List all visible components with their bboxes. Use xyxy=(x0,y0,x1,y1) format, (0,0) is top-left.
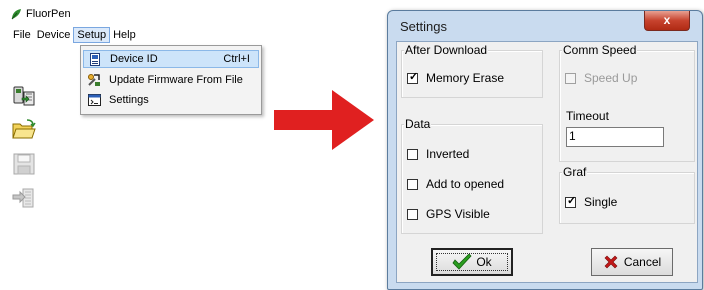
download-button[interactable] xyxy=(12,84,36,108)
checkbox-box xyxy=(407,148,418,160)
checkbox-label: Single xyxy=(584,195,618,209)
menu-help-label: Help xyxy=(113,29,136,41)
checkbox-label: Speed Up xyxy=(584,71,638,85)
checkbox-box xyxy=(407,208,418,220)
save-icon xyxy=(13,153,35,175)
red-arrow-icon xyxy=(274,90,374,150)
close-button[interactable]: x xyxy=(644,11,690,31)
device-id-icon xyxy=(86,51,104,67)
check-icon: ✓ xyxy=(409,70,419,83)
group-legend: Data xyxy=(404,117,432,131)
ok-button[interactable]: Ok xyxy=(431,248,513,276)
export-icon xyxy=(12,188,34,208)
menu-item-label: Update Firmware From File xyxy=(109,74,243,86)
export-button[interactable] xyxy=(12,186,36,210)
app-title: FluorPen xyxy=(26,8,71,20)
focus-rect xyxy=(436,253,508,271)
save-button[interactable] xyxy=(12,152,36,176)
download-icon xyxy=(13,86,35,106)
menu-item-settings[interactable]: Settings xyxy=(83,91,259,109)
timeout-input[interactable]: 1 xyxy=(566,127,664,147)
cancel-label: Cancel xyxy=(623,255,662,269)
menu-help[interactable]: Help xyxy=(110,27,139,43)
cancel-x-icon xyxy=(604,255,618,269)
menu-file-label: File xyxy=(13,29,31,41)
group-legend: Graf xyxy=(562,165,588,179)
memory-erase-checkbox[interactable]: ✓ Memory Erase xyxy=(407,71,504,85)
firmware-update-icon xyxy=(85,72,103,88)
check-icon: ✓ xyxy=(567,194,577,207)
menu-bar: File Device Setup Help xyxy=(10,26,139,44)
menu-item-label: Settings xyxy=(109,94,149,106)
cancel-button[interactable]: Cancel xyxy=(591,248,673,276)
speed-up-checkbox[interactable]: Speed Up xyxy=(565,71,637,85)
timeout-label: Timeout xyxy=(566,109,609,123)
ok-label: Ok xyxy=(476,255,492,269)
group-legend: Comm Speed xyxy=(562,43,638,57)
checkbox-box xyxy=(565,72,576,84)
checkbox-label: Inverted xyxy=(426,147,470,161)
menu-item-shortcut: Ctrl+I xyxy=(223,53,250,65)
close-icon: x xyxy=(663,13,671,27)
menu-device[interactable]: Device xyxy=(34,27,74,43)
menu-item-label: Device ID xyxy=(110,53,158,65)
dialog-client-area: After Download ✓ Memory Erase Comm Speed… xyxy=(396,41,698,283)
checkbox-box: ✓ xyxy=(407,70,419,84)
add-to-opened-checkbox[interactable]: Add to opened xyxy=(407,177,504,191)
checkbox-label: GPS Visible xyxy=(426,207,490,221)
checkbox-box: ✓ xyxy=(565,194,577,208)
open-folder-icon xyxy=(12,119,36,139)
single-checkbox[interactable]: ✓ Single xyxy=(565,195,617,209)
app-title-bar: FluorPen xyxy=(10,8,71,20)
menu-item-device-id[interactable]: Device ID Ctrl+I xyxy=(83,50,259,68)
dialog-title: Settings xyxy=(400,19,447,34)
checkbox-label: Add to opened xyxy=(426,177,505,191)
settings-icon xyxy=(85,92,103,108)
setup-dropdown-menu: Device ID Ctrl+I Update Firmware From Fi… xyxy=(80,45,262,115)
after-download-group: After Download ✓ Memory Erase xyxy=(401,43,543,98)
menu-setup-label: Setup xyxy=(77,29,107,41)
menu-file[interactable]: File xyxy=(10,27,34,43)
gps-visible-checkbox[interactable]: GPS Visible xyxy=(407,207,490,221)
comm-speed-group: Comm Speed Speed Up Timeout 1 xyxy=(559,43,695,162)
menu-item-update-firmware[interactable]: Update Firmware From File xyxy=(83,71,259,89)
fluorpen-logo-icon xyxy=(11,9,21,20)
open-button[interactable] xyxy=(12,118,36,142)
graf-group: Graf ✓ Single xyxy=(559,165,695,224)
menu-device-label: Device xyxy=(36,29,71,41)
checkbox-box xyxy=(407,178,418,190)
checkbox-label: Memory Erase xyxy=(426,71,505,85)
inverted-checkbox[interactable]: Inverted xyxy=(407,147,469,161)
menu-setup[interactable]: Setup xyxy=(73,27,111,43)
settings-dialog: Settings x After Download ✓ Memory Erase… xyxy=(387,10,703,290)
group-legend: After Download xyxy=(404,43,489,57)
data-group: Data Inverted Add to opened GPS Visible xyxy=(401,117,543,234)
